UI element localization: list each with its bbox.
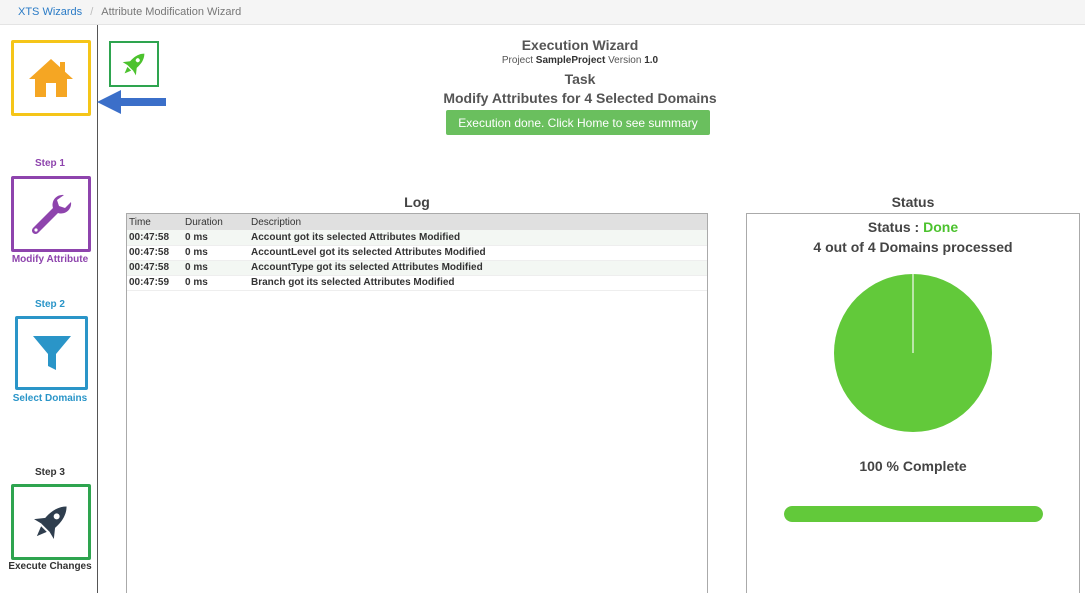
progress-bar xyxy=(784,506,1043,522)
breadcrumb-root-link[interactable]: XTS Wizards xyxy=(18,6,82,18)
log-description: AccountType got its selected Attributes … xyxy=(249,260,707,276)
progress-bar-fill xyxy=(784,506,1043,522)
log-time: 00:47:59 xyxy=(127,275,183,291)
execution-done-button[interactable]: Execution done. Click Home to see summar… xyxy=(446,110,710,135)
task-label: Task xyxy=(564,71,596,87)
sidebar: Step 1 Modify Attribute Step 2 Select Do… xyxy=(0,25,98,593)
log-duration: 0 ms xyxy=(183,245,249,261)
log-time: 00:47:58 xyxy=(127,245,183,261)
log-description: AccountLevel got its selected Attributes… xyxy=(249,245,707,261)
progress-pie-chart xyxy=(834,274,992,432)
status-value: Done xyxy=(923,219,959,235)
select-domains-button[interactable] xyxy=(15,316,88,390)
log-duration: 0 ms xyxy=(183,275,249,291)
page-title: Execution Wizard xyxy=(521,37,639,53)
log-header-row: Time Duration Description xyxy=(127,214,707,230)
log-duration: 0 ms xyxy=(183,260,249,276)
percent-complete: 100 % Complete xyxy=(859,458,967,474)
step-2-label: Step 2 xyxy=(34,299,65,310)
task-title: Modify Attributes for 4 Selected Domains xyxy=(443,90,717,106)
column-header-time[interactable]: Time xyxy=(127,214,183,230)
log-time: 00:47:58 xyxy=(127,260,183,276)
table-row: 00:47:58 0 ms Account got its selected A… xyxy=(127,230,707,246)
wizard-rocket-badge xyxy=(109,41,159,87)
home-button[interactable] xyxy=(11,40,91,116)
arrow-left-icon xyxy=(97,90,166,114)
log-description: Branch got its selected Attributes Modif… xyxy=(249,275,707,291)
column-header-description[interactable]: Description xyxy=(249,214,707,230)
table-row: 00:47:58 0 ms AccountType got its select… xyxy=(127,260,707,276)
breadcrumb: XTS Wizards / Attribute Modification Wiz… xyxy=(0,0,1085,25)
filter-icon xyxy=(32,336,71,370)
wrench-icon xyxy=(31,194,72,235)
breadcrumb-current: Attribute Modification Wizard xyxy=(101,6,242,18)
log-description: Account got its selected Attributes Modi… xyxy=(249,230,707,246)
breadcrumb-separator: / xyxy=(90,6,94,18)
log-title: Log xyxy=(404,194,430,210)
table-row: 00:47:58 0 ms AccountLevel got its selec… xyxy=(127,245,707,261)
status-panel: Status : Done 4 out of 4 Domains process… xyxy=(746,213,1080,593)
status-line: Status : Done xyxy=(747,219,1079,235)
execute-changes-button[interactable] xyxy=(11,484,91,560)
log-table: Time Duration Description 00:47:58 0 ms … xyxy=(127,214,707,291)
step-3-label: Step 3 xyxy=(34,467,65,478)
column-header-duration[interactable]: Duration xyxy=(183,214,249,230)
log-duration: 0 ms xyxy=(183,230,249,246)
modify-attribute-button[interactable] xyxy=(11,176,91,252)
home-icon xyxy=(29,59,73,97)
status-title: Status xyxy=(891,194,935,210)
status-label: Status : xyxy=(867,219,920,235)
rocket-icon xyxy=(122,53,145,76)
execute-changes-caption: Execute Changes xyxy=(8,561,92,572)
domains-processed: 4 out of 4 Domains processed xyxy=(813,239,1013,255)
select-domains-caption: Select Domains xyxy=(12,393,88,404)
table-row: 00:47:59 0 ms Branch got its selected At… xyxy=(127,275,707,291)
project-info: Project SampleProject Version 1.0 xyxy=(501,55,659,66)
modify-attribute-caption: Modify Attribute xyxy=(11,254,89,265)
log-time: 00:47:58 xyxy=(127,230,183,246)
log-panel: Time Duration Description 00:47:58 0 ms … xyxy=(126,213,708,593)
rocket-icon xyxy=(34,506,67,539)
step-1-label: Step 1 xyxy=(34,158,65,169)
